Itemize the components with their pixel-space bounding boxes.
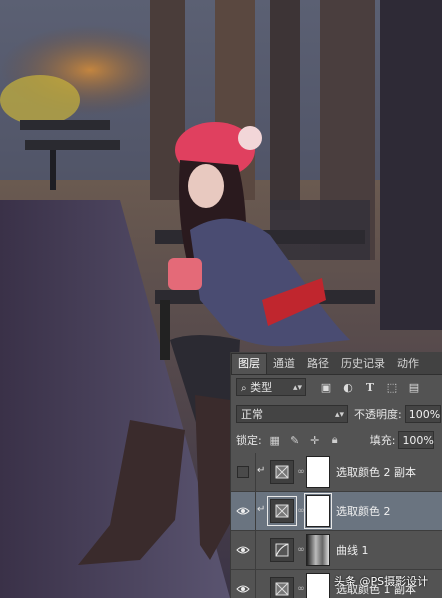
- clip-arrow-icon: ↵: [257, 465, 266, 476]
- layer-row-selected[interactable]: ↵ ∞ 选取颜色 2: [231, 492, 442, 531]
- shape-filter-icon[interactable]: ⬚: [384, 379, 400, 395]
- adjustment-filter-icon[interactable]: ◐: [340, 379, 356, 395]
- dropdown-arrow-icon: ▴▾: [334, 410, 344, 420]
- link-icon[interactable]: ∞: [296, 584, 306, 594]
- tab-layers[interactable]: 图层: [231, 353, 267, 374]
- layer-mask-thumbnail[interactable]: [306, 573, 330, 598]
- opacity-label: 不透明度:: [354, 408, 402, 421]
- selective-color-icon: [270, 460, 294, 484]
- layer-mask-thumbnail[interactable]: [306, 534, 330, 566]
- eye-icon[interactable]: [231, 492, 256, 530]
- layer-name: 选取颜色 2 副本: [336, 466, 416, 479]
- search-icon: ⌕: [241, 383, 247, 394]
- visibility-off-box: [237, 466, 249, 478]
- fill-label: 填充:: [369, 434, 396, 447]
- opacity-input[interactable]: 100%: [404, 405, 441, 423]
- filter-kind-label: 类型: [250, 381, 273, 394]
- layer-row[interactable]: ∞ 曲线 1: [231, 531, 442, 570]
- layer-row[interactable]: ↵ ∞ 选取颜色 2 副本: [231, 453, 442, 492]
- tab-history[interactable]: 历史记录: [335, 354, 391, 374]
- blend-mode-value: 正常: [241, 408, 263, 421]
- layer-name: 选取颜色 2: [336, 505, 391, 518]
- lock-image-icon[interactable]: ✎: [288, 433, 302, 447]
- lock-label: 锁定:: [236, 434, 262, 447]
- layer-mask-thumbnail[interactable]: [306, 456, 330, 488]
- selective-color-icon: [267, 496, 297, 526]
- tab-channels[interactable]: 通道: [267, 354, 301, 374]
- filter-row: ⌕ 类型 ▴▾ ▣ ◐ T ⬚ ▤: [231, 375, 442, 399]
- layer-name: 曲线 1: [336, 544, 369, 557]
- lock-all-icon[interactable]: 🔒︎: [328, 433, 342, 447]
- eye-icon[interactable]: [231, 570, 256, 598]
- lock-row: 锁定: ▦ ✎ ✛ 🔒︎ 填充: 100%: [231, 429, 442, 451]
- visibility-toggle[interactable]: [231, 453, 256, 491]
- clip-arrow-icon: ↵: [257, 504, 266, 515]
- layers-panel: 图层 通道 路径 历史记录 动作 ⌕ 类型 ▴▾ ▣ ◐ T ⬚ ▤ 正常 ▴▾…: [230, 352, 442, 598]
- selective-color-icon: [270, 577, 294, 598]
- pixel-filter-icon[interactable]: ▣: [318, 379, 334, 395]
- layer-mask-thumbnail[interactable]: [304, 493, 332, 529]
- type-filter-icon[interactable]: T: [362, 379, 378, 395]
- link-icon[interactable]: ∞: [296, 545, 306, 555]
- filter-kind-dropdown[interactable]: ⌕ 类型 ▴▾: [236, 378, 306, 396]
- lock-position-icon[interactable]: ✛: [308, 433, 322, 447]
- fill-input[interactable]: 100%: [398, 431, 435, 449]
- tab-paths[interactable]: 路径: [301, 354, 335, 374]
- tab-actions[interactable]: 动作: [391, 354, 425, 374]
- link-icon[interactable]: ∞: [296, 506, 306, 516]
- smart-object-filter-icon[interactable]: ▤: [406, 379, 422, 395]
- watermark: 头条 @PS摄影设计: [334, 575, 429, 588]
- eye-icon[interactable]: [231, 531, 256, 569]
- blend-mode-dropdown[interactable]: 正常 ▴▾: [236, 405, 348, 423]
- panel-tabs: 图层 通道 路径 历史记录 动作: [231, 352, 442, 375]
- lock-transparency-icon[interactable]: ▦: [268, 433, 282, 447]
- blend-row: 正常 ▴▾ 不透明度: 100%: [231, 403, 442, 425]
- link-icon[interactable]: ∞: [296, 467, 306, 477]
- curves-icon: [270, 538, 294, 562]
- dropdown-arrow-icon: ▴▾: [292, 383, 302, 393]
